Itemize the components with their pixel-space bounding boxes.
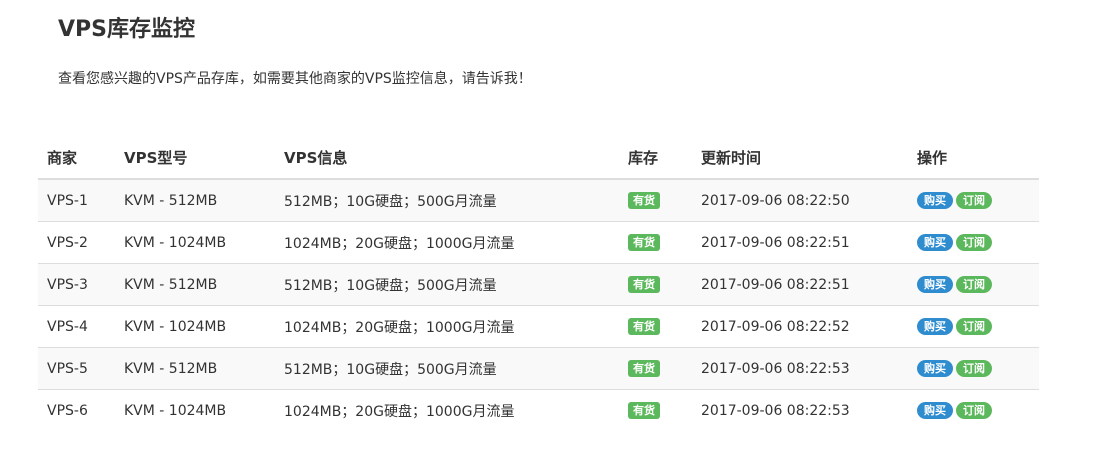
stock-badge: 有货 <box>628 318 660 335</box>
cell-stock: 有货 <box>619 263 692 306</box>
table-row: VPS-3 KVM - 512MB 512MB；10G硬盘；500G月流量 有货… <box>38 263 1039 306</box>
stock-badge: 有货 <box>628 402 660 419</box>
cell-actions: 购买 订阅 <box>908 221 1039 264</box>
cell-model: KVM - 1024MB <box>115 221 275 264</box>
cell-stock: 有货 <box>619 347 692 390</box>
cell-vendor: VPS-4 <box>38 305 115 348</box>
cell-info: 1024MB；20G硬盘；1000G月流量 <box>275 305 619 348</box>
stock-badge: 有货 <box>628 276 660 293</box>
cell-stock: 有货 <box>619 221 692 264</box>
subscribe-button[interactable]: 订阅 <box>956 360 992 377</box>
subscribe-button[interactable]: 订阅 <box>956 234 992 251</box>
cell-info: 512MB；10G硬盘；500G月流量 <box>275 347 619 390</box>
cell-stock: 有货 <box>619 178 692 222</box>
page: VPS库存监控 查看您感兴趣的VPS产品存库，如需要其他商家的VPS监控信息，请… <box>0 0 1097 458</box>
stock-badge: 有货 <box>628 234 660 251</box>
cell-updated: 2017-09-06 08:22:51 <box>692 263 908 306</box>
column-header-stock: 库存 <box>619 136 692 180</box>
column-header-updated: 更新时间 <box>692 136 908 180</box>
column-header-vendor: 商家 <box>38 136 115 180</box>
cell-updated: 2017-09-06 08:22:50 <box>692 178 908 222</box>
subscribe-button[interactable]: 订阅 <box>956 402 992 419</box>
cell-updated: 2017-09-06 08:22:51 <box>692 221 908 264</box>
stock-badge: 有货 <box>628 360 660 377</box>
cell-stock: 有货 <box>619 389 692 431</box>
cell-vendor: VPS-5 <box>38 347 115 390</box>
cell-info: 512MB；10G硬盘；500G月流量 <box>275 263 619 306</box>
subscribe-button[interactable]: 订阅 <box>956 276 992 293</box>
column-header-model: VPS型号 <box>115 136 275 180</box>
cell-actions: 购买 订阅 <box>908 347 1039 390</box>
cell-vendor: VPS-3 <box>38 263 115 306</box>
subscribe-button[interactable]: 订阅 <box>956 318 992 335</box>
cell-info: 1024MB；20G硬盘；1000G月流量 <box>275 221 619 264</box>
subscribe-button[interactable]: 订阅 <box>956 192 992 209</box>
cell-updated: 2017-09-06 08:22:53 <box>692 389 908 431</box>
column-header-info: VPS信息 <box>275 136 619 180</box>
cell-vendor: VPS-6 <box>38 389 115 431</box>
cell-updated: 2017-09-06 08:22:53 <box>692 347 908 390</box>
page-title: VPS库存监控 <box>58 17 195 42</box>
cell-model: KVM - 1024MB <box>115 305 275 348</box>
column-header-actions: 操作 <box>908 136 1039 180</box>
buy-button[interactable]: 购买 <box>917 360 953 377</box>
stock-badge: 有货 <box>628 192 660 209</box>
cell-model: KVM - 1024MB <box>115 389 275 431</box>
buy-button[interactable]: 购买 <box>917 402 953 419</box>
table-row: VPS-6 KVM - 1024MB 1024MB；20G硬盘；1000G月流量… <box>38 389 1039 431</box>
table-row: VPS-4 KVM - 1024MB 1024MB；20G硬盘；1000G月流量… <box>38 305 1039 348</box>
cell-model: KVM - 512MB <box>115 263 275 306</box>
cell-info: 1024MB；20G硬盘；1000G月流量 <box>275 389 619 431</box>
table-row: VPS-2 KVM - 1024MB 1024MB；20G硬盘；1000G月流量… <box>38 221 1039 264</box>
cell-actions: 购买 订阅 <box>908 263 1039 306</box>
cell-actions: 购买 订阅 <box>908 305 1039 348</box>
table-row: VPS-5 KVM - 512MB 512MB；10G硬盘；500G月流量 有货… <box>38 347 1039 390</box>
table-header-row: 商家 VPS型号 VPS信息 库存 更新时间 操作 <box>38 136 1039 180</box>
buy-button[interactable]: 购买 <box>917 276 953 293</box>
cell-updated: 2017-09-06 08:22:52 <box>692 305 908 348</box>
cell-actions: 购买 订阅 <box>908 389 1039 431</box>
cell-model: KVM - 512MB <box>115 347 275 390</box>
buy-button[interactable]: 购买 <box>917 318 953 335</box>
cell-info: 512MB；10G硬盘；500G月流量 <box>275 178 619 222</box>
cell-vendor: VPS-1 <box>38 178 115 222</box>
cell-actions: 购买 订阅 <box>908 178 1039 222</box>
buy-button[interactable]: 购买 <box>917 192 953 209</box>
vps-stock-table: 商家 VPS型号 VPS信息 库存 更新时间 操作 VPS-1 KVM - 51… <box>38 136 1039 431</box>
cell-stock: 有货 <box>619 305 692 348</box>
intro-text: 查看您感兴趣的VPS产品存库，如需要其他商家的VPS监控信息，请告诉我！ <box>58 71 532 87</box>
table-row: VPS-1 KVM - 512MB 512MB；10G硬盘；500G月流量 有货… <box>38 178 1039 222</box>
cell-model: KVM - 512MB <box>115 178 275 222</box>
cell-vendor: VPS-2 <box>38 221 115 264</box>
buy-button[interactable]: 购买 <box>917 234 953 251</box>
